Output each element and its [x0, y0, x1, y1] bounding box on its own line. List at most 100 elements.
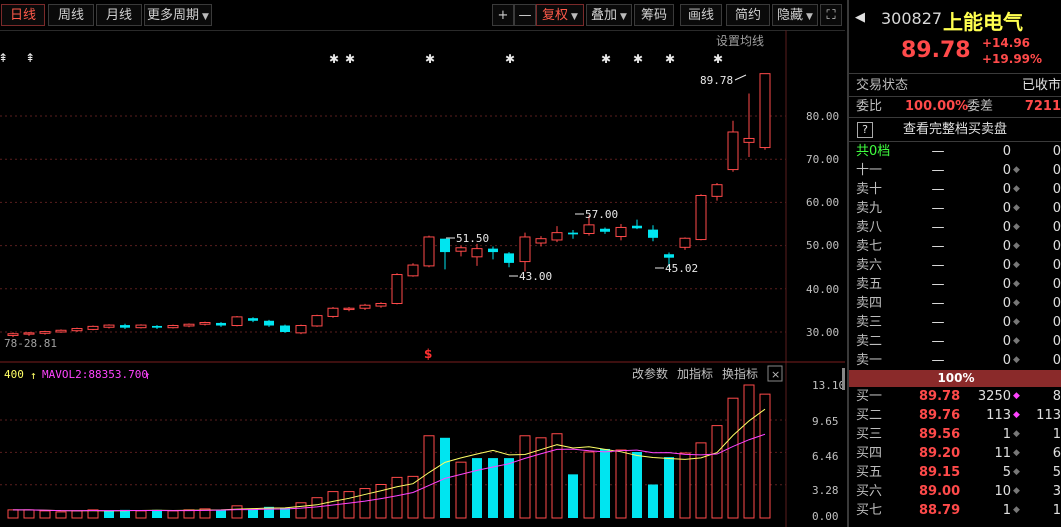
buy-level-row[interactable]: 买七 88.79 1 ◆ 1 — [849, 501, 1061, 520]
help-icon[interactable]: ? — [857, 122, 873, 138]
star-icon[interactable]: ✱ — [633, 52, 643, 66]
diamond-icon: ◆ — [1013, 410, 1020, 420]
tab-weekly[interactable]: 周线 — [48, 4, 94, 26]
buy-level-row[interactable]: 买二 89.76 113 ◆ 113 — [849, 406, 1061, 425]
event-markers[interactable]: ⇞ ⇞ ✱ ✱ ✱ ✱ ✱ ✱ ✱ ✱ — [0, 51, 723, 66]
price-note-label: 43.00 — [519, 270, 552, 283]
sell-level-row[interactable]: 共0档 — 0 0 — [849, 142, 1061, 161]
event-marker-icon[interactable]: ⇞ — [0, 51, 8, 65]
star-icon[interactable]: ✱ — [665, 52, 675, 66]
kline-chart[interactable]: 设置均线 80.00 70.00 60.00 50.00 40.00 30.00… — [0, 30, 845, 527]
volume-bar — [648, 484, 658, 518]
sell-level-row[interactable]: 卖一 —0 ◆ 0 — [849, 351, 1061, 370]
price-change-pct: +19.99% — [982, 52, 1043, 66]
add-indicator-button[interactable]: 加指标 — [677, 366, 713, 381]
buy-level-row[interactable]: 买五 89.15 5 ◆ 5 — [849, 463, 1061, 482]
ma-settings-link[interactable]: 设置均线 — [716, 34, 764, 48]
candle-body — [488, 248, 498, 253]
sell-level-row[interactable]: 卖十 —0 ◆ 0 — [849, 180, 1061, 199]
star-icon[interactable]: ✱ — [345, 52, 355, 66]
level-volume: 10 — [994, 484, 1011, 499]
diamond-icon: ◆ — [1013, 184, 1020, 194]
change-indicator-button[interactable]: 换指标 — [722, 366, 758, 381]
buy-level-row[interactable]: 买四 89.20 11 ◆ 6 — [849, 444, 1061, 463]
level-extra: 0 — [1052, 353, 1061, 368]
star-icon[interactable]: ✱ — [505, 52, 515, 66]
edit-params-button[interactable]: 改参数 — [632, 366, 668, 381]
sell-level-row[interactable]: 十一 —0 ◆ 0 — [849, 161, 1061, 180]
level-extra: 113 — [1036, 408, 1061, 423]
candle-body — [120, 325, 130, 328]
more-periods-label: 更多周期 — [147, 8, 200, 23]
volume-tick-label: 13.10 — [812, 379, 845, 392]
tab-more-periods[interactable]: 更多周期 ▼ — [144, 4, 212, 26]
star-icon[interactable]: ✱ — [601, 52, 611, 66]
star-icon[interactable]: ✱ — [329, 52, 339, 66]
sell-level-row[interactable]: 卖五 —0 ◆ 0 — [849, 275, 1061, 294]
level-volume: 0 — [1002, 315, 1011, 330]
sell-level-row[interactable]: 卖四 —0 ◆ 0 — [849, 294, 1061, 313]
chevron-down-icon: ▼ — [806, 12, 813, 22]
sell-level-row[interactable]: 卖二 —0 ◆ 0 — [849, 332, 1061, 351]
full-book-row[interactable]: ? 查看完整档买卖盘 — [849, 120, 1061, 139]
volume-bars[interactable] — [7, 384, 771, 519]
volume-bar — [359, 488, 371, 519]
tab-daily[interactable]: 日线 — [1, 4, 45, 26]
level-extra: 0 — [1052, 315, 1061, 330]
level-label: 买六 — [856, 484, 883, 499]
prev-stock-button[interactable]: ◀ — [855, 10, 865, 25]
hide-button[interactable]: 隐藏 ▼ — [772, 4, 818, 26]
candle-body — [711, 184, 723, 197]
buy-level-row[interactable]: 买三 89.56 1 ◆ 1 — [849, 425, 1061, 444]
level-volume: 0 — [1002, 353, 1011, 368]
diamond-icon: ◆ — [1013, 391, 1020, 401]
candle-body — [743, 137, 755, 143]
level-extra: 0 — [1052, 334, 1061, 349]
full-book-link[interactable]: 查看完整档买卖盘 — [903, 120, 1007, 139]
candle-body — [71, 328, 83, 332]
dividend-icon[interactable]: $ — [424, 347, 432, 361]
volume-bar — [583, 451, 595, 519]
level-price: — — [931, 353, 945, 368]
star-icon[interactable]: ✱ — [425, 52, 435, 66]
candle-body — [664, 254, 674, 258]
diamond-icon: ◆ — [1013, 448, 1020, 458]
sell-level-row[interactable]: 卖七 —0 ◆ 0 — [849, 237, 1061, 256]
pane-resize-handle[interactable] — [842, 368, 845, 390]
fuquan-button[interactable]: 复权 ▼ — [536, 4, 584, 26]
buy-level-row[interactable]: 买一 89.78 3250 ◆ 8 — [849, 387, 1061, 406]
simple-button[interactable]: 简约 — [726, 4, 770, 26]
candle-body — [615, 226, 627, 238]
candle-body — [632, 225, 642, 229]
mavol2-label: MAVOL2:88353.700 — [42, 368, 148, 381]
level-label: 卖三 — [856, 315, 883, 330]
fullscreen-button[interactable]: ⛶ — [820, 4, 842, 26]
weibi-label: 委比 — [856, 99, 883, 114]
fullscreen-icon: ⛶ — [826, 8, 836, 23]
sell-level-row[interactable]: 卖六 —0 ◆ 0 — [849, 256, 1061, 275]
high-arrow — [734, 74, 747, 81]
candlesticks[interactable] — [7, 73, 771, 338]
event-marker-icon[interactable]: ⇞ — [25, 51, 35, 65]
level-volume: 0 — [1002, 163, 1011, 178]
draw-line-button[interactable]: 画线 — [680, 4, 722, 26]
star-icon[interactable]: ✱ — [713, 52, 723, 66]
diamond-icon: ◆ — [1013, 260, 1020, 270]
zoom-out-button[interactable]: — — [514, 4, 536, 26]
overlay-button[interactable]: 叠加 ▼ — [586, 4, 632, 26]
buy-level-row[interactable]: 买六 89.00 10 ◆ 3 — [849, 482, 1061, 501]
sell-level-row[interactable]: 卖八 —0 ◆ 0 — [849, 218, 1061, 237]
level-label: 卖九 — [856, 201, 883, 216]
price-note-label: 51.50 — [456, 232, 489, 245]
chevron-down-icon: ▼ — [571, 12, 578, 22]
chips-button[interactable]: 筹码 — [634, 4, 674, 26]
candle-body — [199, 321, 211, 325]
zoom-in-button[interactable]: + — [492, 4, 514, 26]
tab-monthly[interactable]: 月线 — [96, 4, 142, 26]
volume-bar — [423, 435, 435, 519]
volume-bar — [727, 397, 739, 519]
volume-tick-label: 0.00 — [812, 510, 839, 523]
sell-level-row[interactable]: 卖九 —0 ◆ 0 — [849, 199, 1061, 218]
sell-level-row[interactable]: 卖三 —0 ◆ 0 — [849, 313, 1061, 332]
level-extra: 3 — [1052, 484, 1061, 499]
